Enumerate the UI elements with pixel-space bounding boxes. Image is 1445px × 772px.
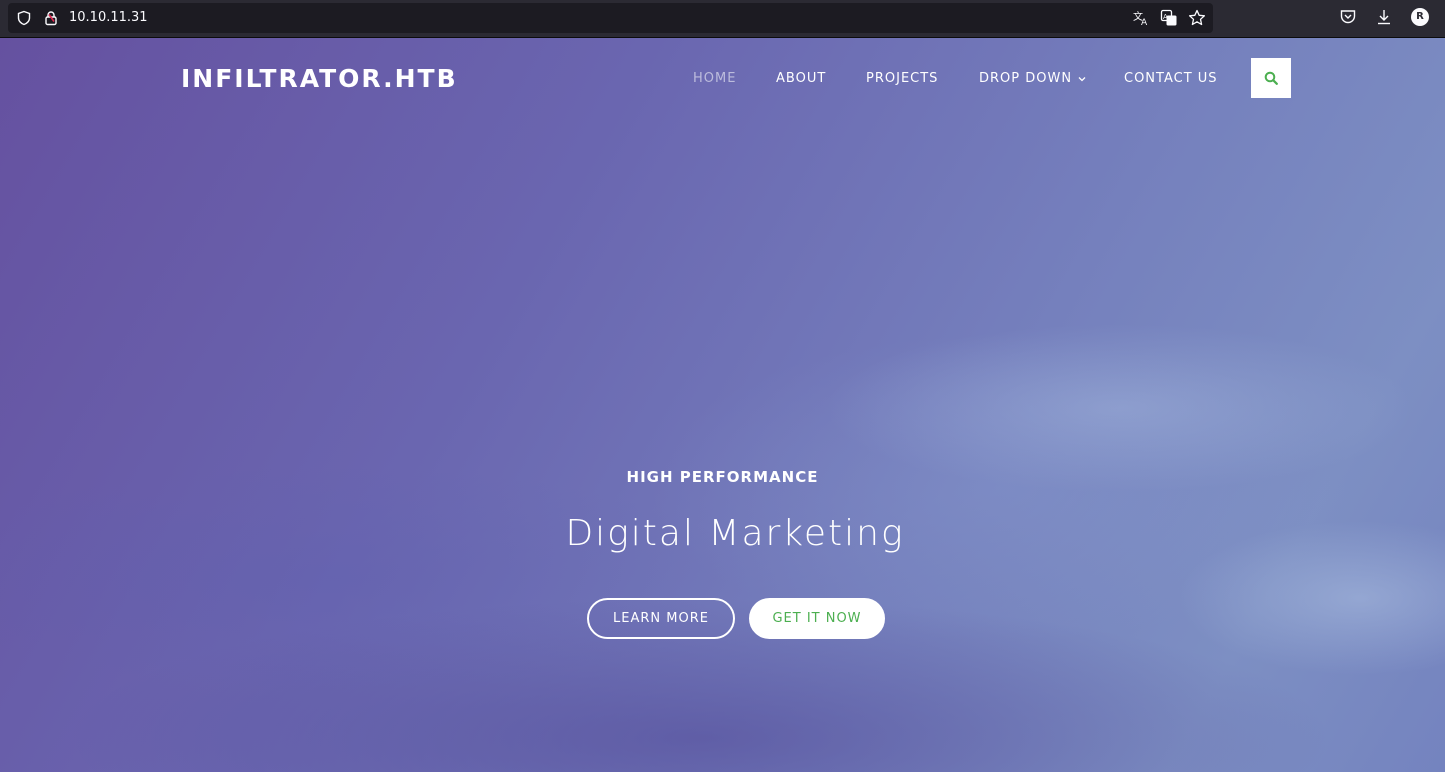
nav-projects[interactable]: PROJECTS — [866, 71, 938, 87]
url-text[interactable]: 10.10.11.31 — [69, 10, 148, 26]
shield-icon[interactable] — [16, 10, 32, 26]
pocket-icon[interactable] — [1339, 8, 1357, 26]
hero-kicker: HIGH PERFORMANCE — [626, 468, 819, 486]
search-button[interactable] — [1251, 58, 1291, 98]
svg-text:A: A — [1163, 13, 1168, 21]
hero-title: Digital Marketing — [565, 513, 905, 554]
reader-icon[interactable]: A — [1160, 9, 1178, 27]
lock-warning-icon[interactable] — [43, 10, 59, 26]
nav-dropdown[interactable]: DROP DOWN — [979, 71, 1072, 87]
svg-text:A: A — [1141, 18, 1148, 27]
nav-home[interactable]: HOME — [693, 71, 736, 87]
hero-section: INFILTRATOR.HTB HOME ABOUT PROJECTS DROP… — [0, 38, 1445, 772]
nav-contact[interactable]: CONTACT US — [1124, 71, 1218, 87]
download-icon[interactable] — [1375, 8, 1393, 26]
nav-about[interactable]: ABOUT — [776, 71, 826, 87]
chevron-down-icon[interactable] — [1078, 76, 1086, 82]
address-bar[interactable]: 10.10.11.31 文 A A — [8, 3, 1213, 33]
account-icon[interactable]: R — [1411, 8, 1429, 26]
translate-icon[interactable]: 文 A — [1132, 9, 1150, 27]
bookmark-star-icon[interactable] — [1188, 9, 1206, 27]
search-icon — [1264, 71, 1278, 85]
browser-toolbar: 10.10.11.31 文 A A R — [0, 0, 1445, 38]
learn-more-button[interactable]: LEARN MORE — [587, 598, 735, 639]
get-it-now-button[interactable]: GET IT NOW — [749, 598, 885, 639]
site-logo[interactable]: INFILTRATOR.HTB — [181, 65, 458, 93]
